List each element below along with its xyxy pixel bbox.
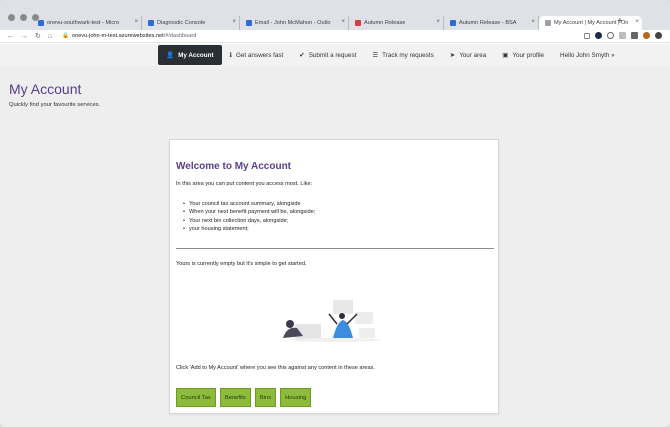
nav-item-label: Your area — [459, 51, 487, 59]
new-tab-button[interactable]: + — [617, 16, 623, 28]
tab-close-icon[interactable]: × — [436, 19, 440, 25]
page-content: My Account Quickly find your favourite s… — [0, 66, 670, 427]
puzzle-icon[interactable] — [631, 32, 638, 39]
nav-item-label: My Account — [178, 51, 214, 59]
extension-icon[interactable] — [607, 32, 614, 39]
nav-item[interactable]: ☰ Track my requests — [364, 44, 441, 66]
location-arrow-icon: ➤ — [449, 52, 456, 59]
browser-tab[interactable]: Diagnostic Console × — [142, 16, 240, 30]
nav-item-label: Track my requests — [382, 51, 434, 59]
nav-item-label: Submit a request — [308, 51, 357, 59]
feature-list: Your council tax account summary, alongs… — [183, 200, 315, 234]
tab-title: Autumn Release — [364, 20, 406, 26]
tab-favicon-icon — [355, 20, 361, 26]
address-bar: ← → ↻ ⌂ 🔒 onevu-john-m-test.azurewebsites… — [0, 30, 670, 43]
browser-window: onevu-southwark-test - Micro × Diagnostic … — [0, 0, 670, 427]
card-heading: Welcome to My Account — [176, 161, 292, 172]
tab-favicon-icon — [545, 20, 551, 26]
nav-items: 👤 My Account ℹ Get answers fast ✔ Submit a re… — [158, 44, 623, 66]
minimize-window-button[interactable] — [20, 14, 27, 21]
empty-state-text: Yours is currently empty but it's simple… — [176, 261, 307, 267]
browser-tab[interactable]: Autumn Release × — [349, 16, 444, 30]
divider — [176, 248, 494, 249]
profile-avatar[interactable] — [643, 32, 650, 39]
nav-item[interactable]: ✔ Submit a request — [291, 44, 364, 66]
extensions — [584, 32, 662, 39]
nav-item[interactable]: 👤 My Account — [158, 45, 222, 65]
user-greeting-menu[interactable]: Hello John Smyth » — [552, 44, 623, 66]
browser-tab[interactable]: My Account | My Account | On × — [539, 16, 642, 30]
list-item: When your next benefit payment will be, … — [183, 208, 315, 217]
tab-close-icon[interactable]: × — [531, 19, 535, 25]
tab-title: onevu-southwark-test - Micro — [47, 20, 120, 26]
page-subtitle: Quickly find your favourite services. — [9, 102, 101, 108]
nav-item[interactable]: ➤ Your area — [442, 44, 495, 66]
tab-favicon-icon — [148, 20, 154, 26]
info-icon: ℹ — [229, 52, 233, 59]
list-item: your housing statement; — [183, 225, 315, 234]
category-button[interactable]: Council Tax — [176, 388, 216, 407]
tab-favicon-icon — [38, 20, 44, 26]
url-path: /#/dashboard — [163, 33, 197, 39]
tab-title: Email - John McMahon - Outlo — [255, 20, 331, 26]
reload-icon[interactable]: ↻ — [35, 32, 41, 41]
tab-close-icon[interactable]: × — [232, 19, 236, 25]
lock-icon: 🔒 — [62, 33, 69, 39]
tab-close-icon[interactable]: × — [635, 19, 639, 25]
id-card-icon: ▣ — [502, 52, 509, 59]
check-icon: ✔ — [299, 52, 305, 59]
category-button[interactable]: Housing — [280, 388, 312, 407]
nav-item-label: Get answers fast — [236, 51, 284, 59]
url-host: onevu-john-m-test.azurewebsites.net — [71, 33, 164, 39]
nav-item[interactable]: ℹ Get answers fast — [222, 44, 292, 66]
nav-item-label: Your profile — [512, 51, 545, 59]
extension-icon[interactable] — [619, 32, 626, 39]
tab-close-icon[interactable]: × — [341, 19, 345, 25]
list-item: Your council tax account summary, alongs… — [183, 200, 315, 209]
welcome-card: Welcome to My Account In this area you c… — [169, 139, 499, 414]
browser-tab[interactable]: Autumn Release - BSA × — [444, 16, 539, 30]
browser-nav-buttons: ← → ↻ ⌂ — [7, 32, 52, 41]
site-navigation: 👤 My Account ℹ Get answers fast ✔ Submit a re… — [0, 44, 670, 66]
close-window-button[interactable] — [8, 14, 15, 21]
user-icon: 👤 — [166, 52, 175, 59]
tab-title: Diagnostic Console — [157, 20, 206, 26]
star-icon[interactable] — [584, 32, 590, 39]
home-icon[interactable]: ⌂ — [48, 32, 52, 41]
page-title: My Account — [9, 81, 82, 97]
list-item: Your next bin collection days, alongside… — [183, 217, 315, 226]
card-intro: In this area you can put content you acc… — [176, 181, 313, 187]
nav-item[interactable]: ▣ Your profile — [494, 44, 552, 66]
empty-state-illustration — [283, 300, 380, 342]
url-field[interactable]: 🔒 onevu-john-m-test.azurewebsites.net/#/d… — [62, 32, 196, 41]
browser-tabs: onevu-southwark-test - Micro × Diagnostic … — [32, 16, 642, 30]
browser-tab[interactable]: Email - John McMahon - Outlo × — [240, 16, 349, 30]
add-hint-text: Click 'Add to My Account' where you see … — [176, 365, 375, 371]
category-button[interactable]: Bins — [254, 388, 277, 407]
browser-tab[interactable]: onevu-southwark-test - Micro × — [32, 16, 142, 30]
tab-favicon-icon — [246, 20, 252, 26]
menu-icon[interactable] — [655, 32, 662, 39]
tab-favicon-icon — [450, 20, 456, 26]
tab-close-icon[interactable]: × — [134, 19, 138, 25]
category-buttons: Council Tax Benefits Bins Housing — [176, 388, 312, 407]
tab-title: Autumn Release - BSA — [459, 20, 517, 26]
category-button[interactable]: Benefits — [219, 388, 251, 407]
back-icon[interactable]: ← — [7, 32, 14, 41]
extension-icon[interactable] — [595, 32, 602, 39]
list-icon: ☰ — [372, 52, 379, 59]
forward-icon[interactable]: → — [21, 32, 28, 41]
tab-strip: onevu-southwark-test - Micro × Diagnostic … — [0, 0, 670, 30]
